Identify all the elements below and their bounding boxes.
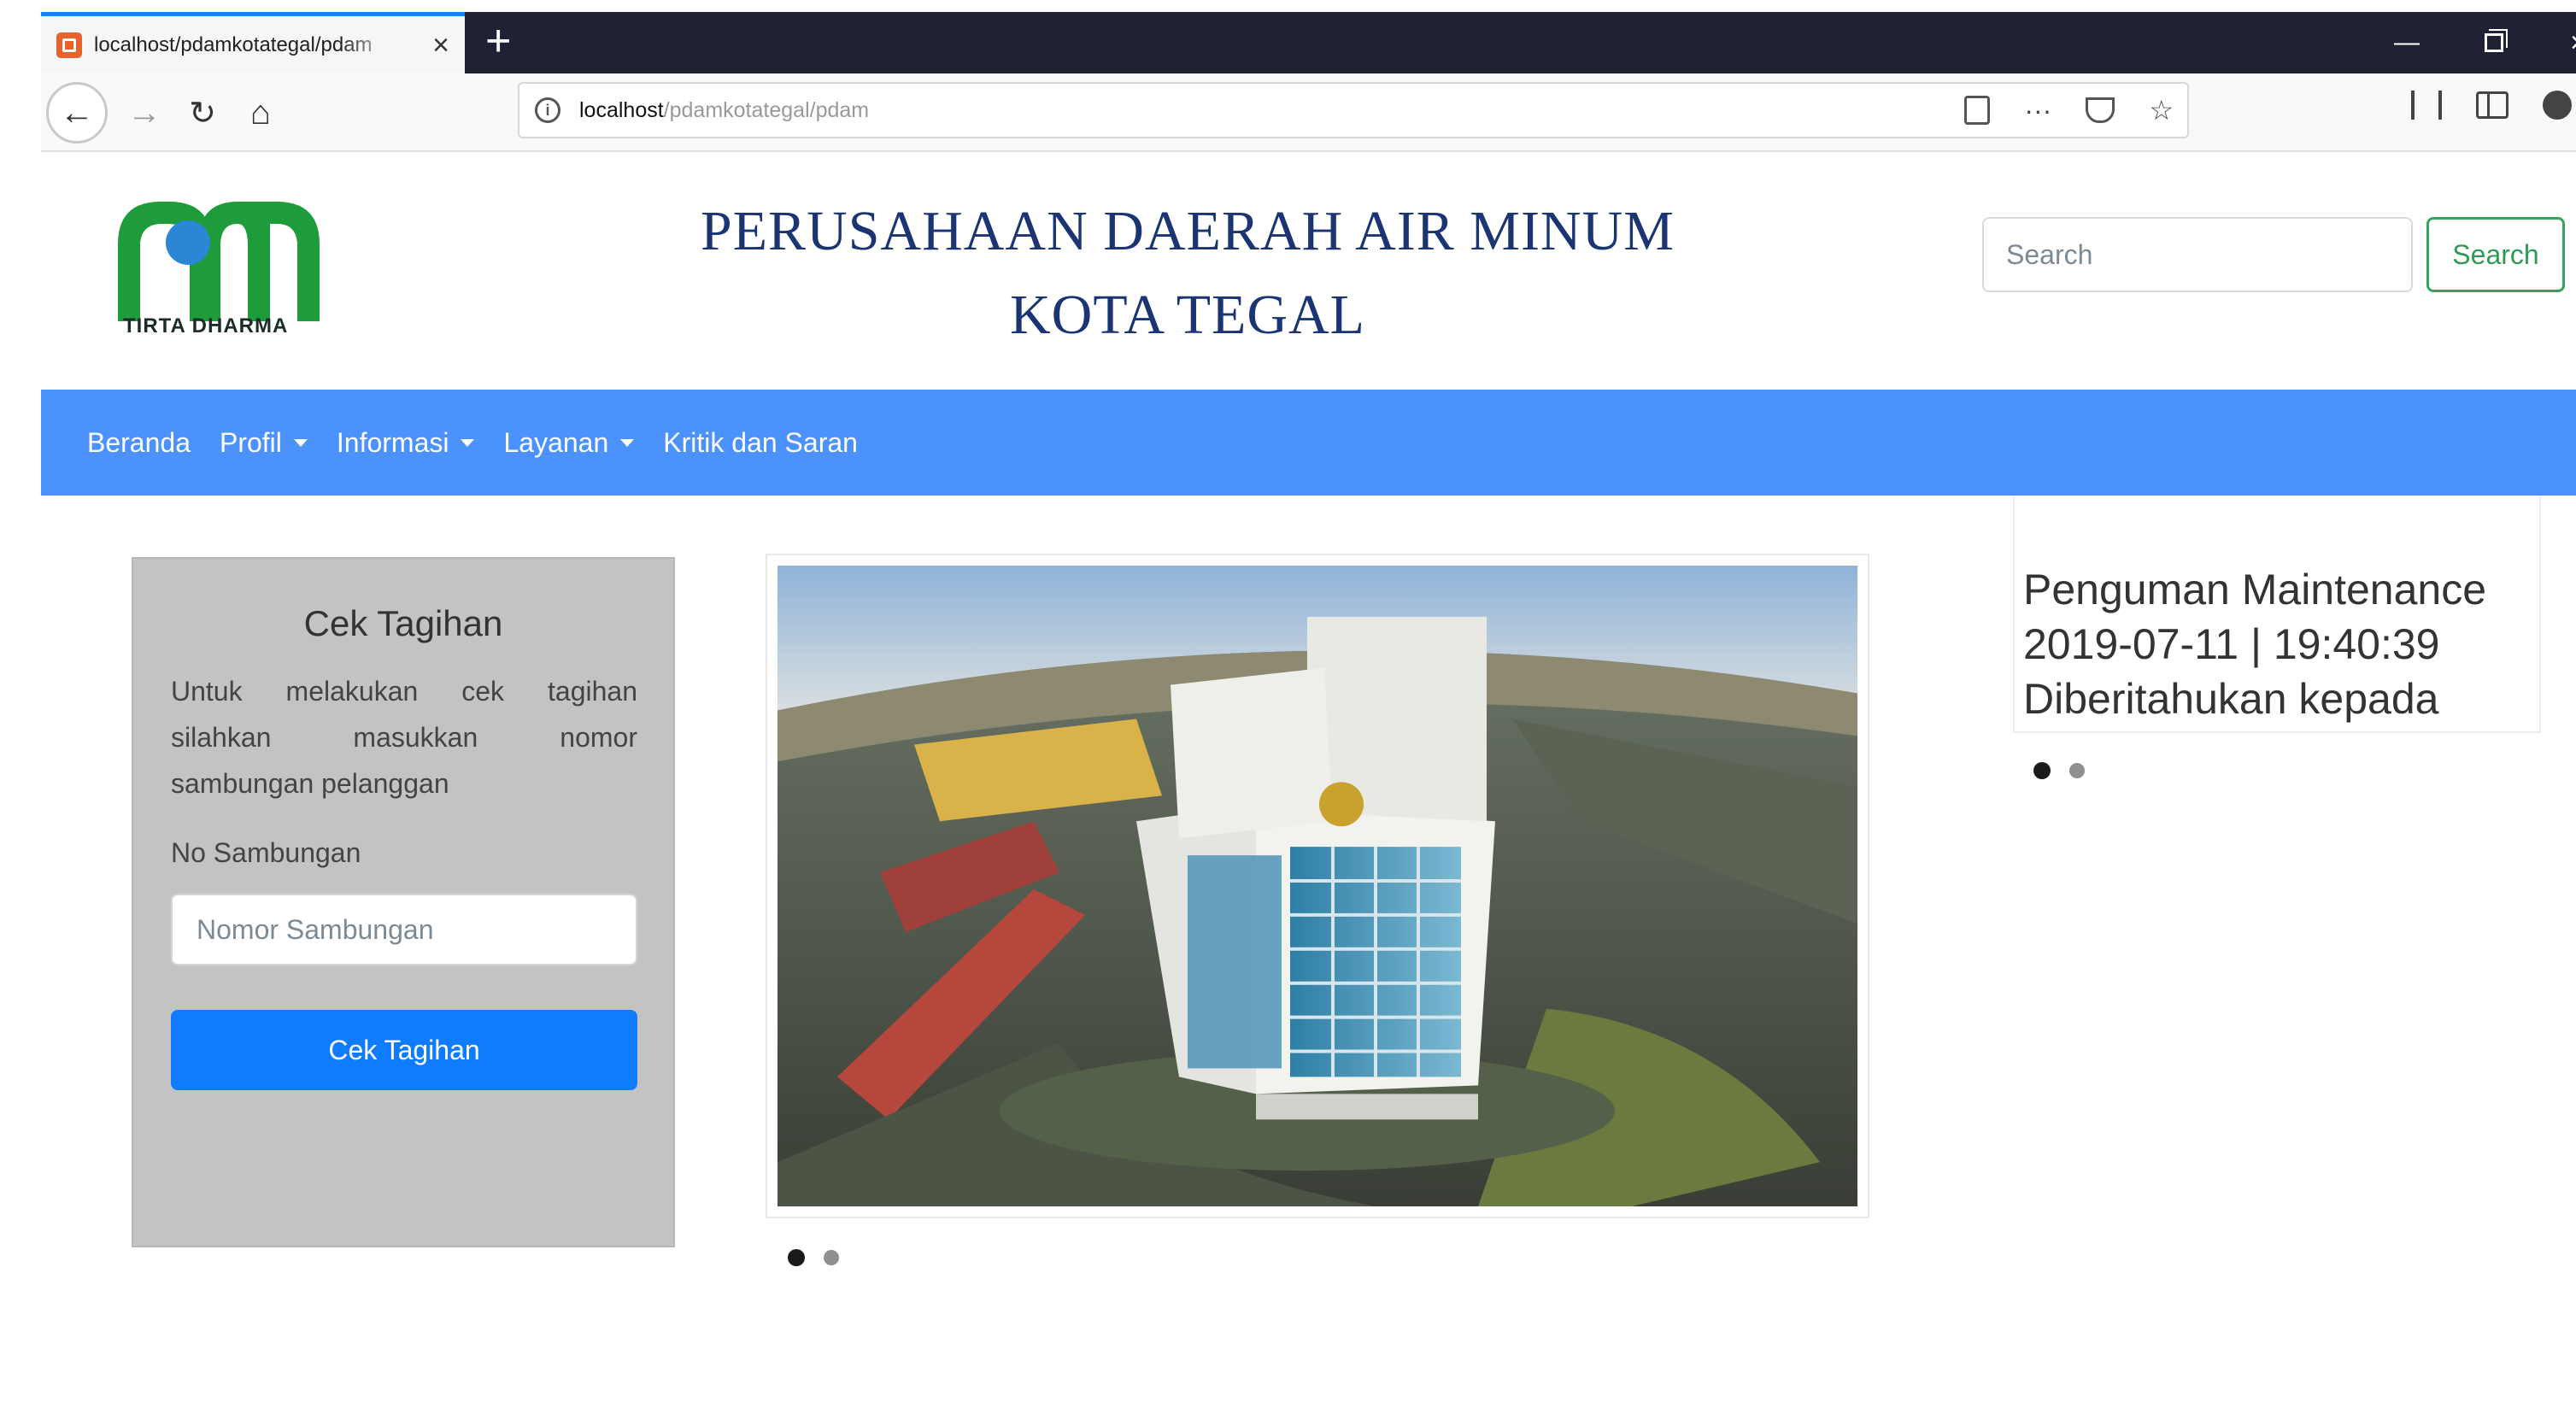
close-window-icon[interactable]: × bbox=[2570, 12, 2576, 73]
no-sambungan-label: No Sambungan bbox=[171, 837, 361, 868]
main-navbar: Beranda Profil Informasi Layanan Kritik … bbox=[41, 390, 2576, 496]
url-host: localhost bbox=[579, 97, 664, 122]
nav-item-informasi[interactable]: Informasi bbox=[337, 427, 475, 459]
back-arrow-icon[interactable]: ← bbox=[46, 82, 108, 144]
nav-item-beranda[interactable]: Beranda bbox=[87, 427, 191, 459]
browser-toolbar: ← → ↻ ⌂ i localhost/pdamkotategal/pdam ·… bbox=[41, 73, 2576, 152]
nomor-sambungan-input[interactable] bbox=[171, 894, 637, 965]
announcement-indicator-active[interactable] bbox=[2033, 762, 2051, 779]
home-icon[interactable]: ⌂ bbox=[239, 87, 282, 138]
page-actions-icon[interactable]: ··· bbox=[2024, 95, 2051, 126]
announcement-text: Diberitahukan kepada bbox=[2023, 675, 2439, 723]
carousel-indicator-active[interactable] bbox=[788, 1249, 805, 1266]
library-icon[interactable] bbox=[2411, 91, 2442, 120]
nav-item-label: Kritik dan Saran bbox=[663, 426, 858, 458]
nav-item-label: Layanan bbox=[503, 426, 609, 458]
cek-tagihan-card: Cek Tagihan Untuk melakukan cek tagihan … bbox=[132, 557, 675, 1247]
announcement-indicator[interactable] bbox=[2069, 763, 2085, 778]
browser-tab-bar: localhost/pdamkotategal/pdam × + — × bbox=[41, 12, 2576, 73]
tab-title: localhost/pdamkotategal/pdam bbox=[94, 32, 373, 56]
nav-item-label: Profil bbox=[219, 426, 282, 458]
announcement-indicators bbox=[2033, 762, 2085, 779]
minimize-window-icon[interactable]: — bbox=[2394, 12, 2420, 73]
browser-tab[interactable]: localhost/pdamkotategal/pdam × bbox=[41, 12, 465, 73]
reader-view-icon[interactable] bbox=[1964, 96, 1991, 125]
carousel-indicator[interactable] bbox=[824, 1250, 839, 1265]
nav-item-kritik-dan-saran[interactable]: Kritik dan Saran bbox=[663, 427, 858, 459]
restore-window-icon[interactable] bbox=[2485, 12, 2503, 73]
nav-item-profil[interactable]: Profil bbox=[220, 427, 308, 459]
search-input[interactable] bbox=[1982, 217, 2413, 292]
caret-down-icon bbox=[620, 438, 635, 447]
reload-icon[interactable]: ↻ bbox=[181, 87, 224, 138]
announcement-slider: Penguman Maintenance 2019-07-11 | 19:40:… bbox=[2013, 496, 2541, 733]
search-button[interactable]: Search bbox=[2426, 217, 2565, 292]
site-title-line-1: PERUSAHAAN DAERAH AIR MINUM bbox=[701, 200, 1675, 262]
sidebar-icon[interactable] bbox=[2476, 91, 2509, 119]
favicon-icon bbox=[56, 32, 82, 58]
carousel-indicators bbox=[788, 1249, 839, 1266]
nav-item-layanan[interactable]: Layanan bbox=[503, 426, 635, 459]
image-carousel bbox=[766, 554, 1869, 1218]
url-text[interactable]: localhost/pdamkotategal/pdam bbox=[579, 98, 869, 123]
new-tab-icon[interactable]: + bbox=[485, 15, 511, 67]
nav-item-label: Beranda bbox=[87, 426, 191, 458]
url-path: /pdamkotategal/pdam bbox=[663, 97, 870, 122]
account-icon[interactable] bbox=[2543, 91, 2572, 120]
pdam-building-photo bbox=[777, 566, 1857, 1206]
site-title: PERUSAHAAN DAERAH AIR MINUM KOTA TEGAL bbox=[598, 190, 1777, 357]
announcement-datetime: 2019-07-11 | 19:40:39 bbox=[2023, 620, 2440, 668]
bookmark-star-icon[interactable]: ☆ bbox=[2149, 94, 2174, 126]
logo-caption: TIRTA DHARMA bbox=[123, 314, 289, 337]
site-title-line-2: KOTA TEGAL bbox=[1010, 284, 1365, 346]
close-tab-icon[interactable]: × bbox=[432, 31, 449, 60]
caret-down-icon bbox=[461, 438, 475, 447]
address-bar[interactable]: i localhost/pdamkotategal/pdam ··· ☆ bbox=[518, 82, 2189, 138]
nav-item-label: Informasi bbox=[336, 426, 449, 458]
announcement-title: Penguman Maintenance bbox=[2023, 566, 2487, 613]
pocket-icon[interactable] bbox=[2086, 97, 2115, 123]
caret-down-icon bbox=[293, 438, 308, 447]
forward-arrow-icon[interactable]: → bbox=[123, 87, 166, 138]
site-info-icon[interactable]: i bbox=[535, 97, 560, 123]
cek-tagihan-description: Untuk melakukan cek tagihan silahkan mas… bbox=[171, 676, 637, 799]
cek-tagihan-button[interactable]: Cek Tagihan bbox=[171, 1010, 637, 1090]
cek-tagihan-title: Cek Tagihan bbox=[303, 603, 503, 643]
